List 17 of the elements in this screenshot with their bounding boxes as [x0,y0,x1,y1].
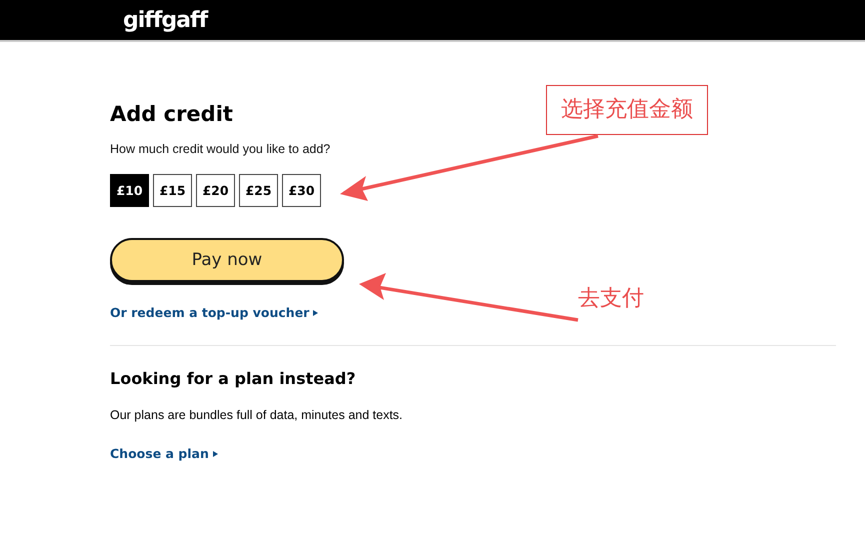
choose-plan-link[interactable]: Choose a plan [110,446,218,462]
annotation-callout: 选择充值金额 [546,85,708,135]
amount-option[interactable]: £25 [239,174,278,207]
amount-option[interactable]: £20 [196,174,235,207]
pay-now-button[interactable]: Pay now [110,238,344,282]
amount-option[interactable]: £10 [110,174,149,207]
section-heading: Looking for a plan instead? [110,369,356,389]
question-text: How much credit would you like to add? [110,141,330,157]
section-text: Our plans are bundles full of data, minutes and texts. [110,407,403,423]
logo[interactable]: giffgaff [123,8,208,32]
annotation-text: 去支付 [578,285,644,313]
page-title: Add credit [110,101,233,128]
caret-icon [313,310,318,316]
voucher-link[interactable]: Or redeem a top-up voucher [110,305,318,321]
amount-option[interactable]: £15 [153,174,192,207]
caret-icon [212,451,218,457]
amount-option[interactable]: £30 [282,174,321,207]
